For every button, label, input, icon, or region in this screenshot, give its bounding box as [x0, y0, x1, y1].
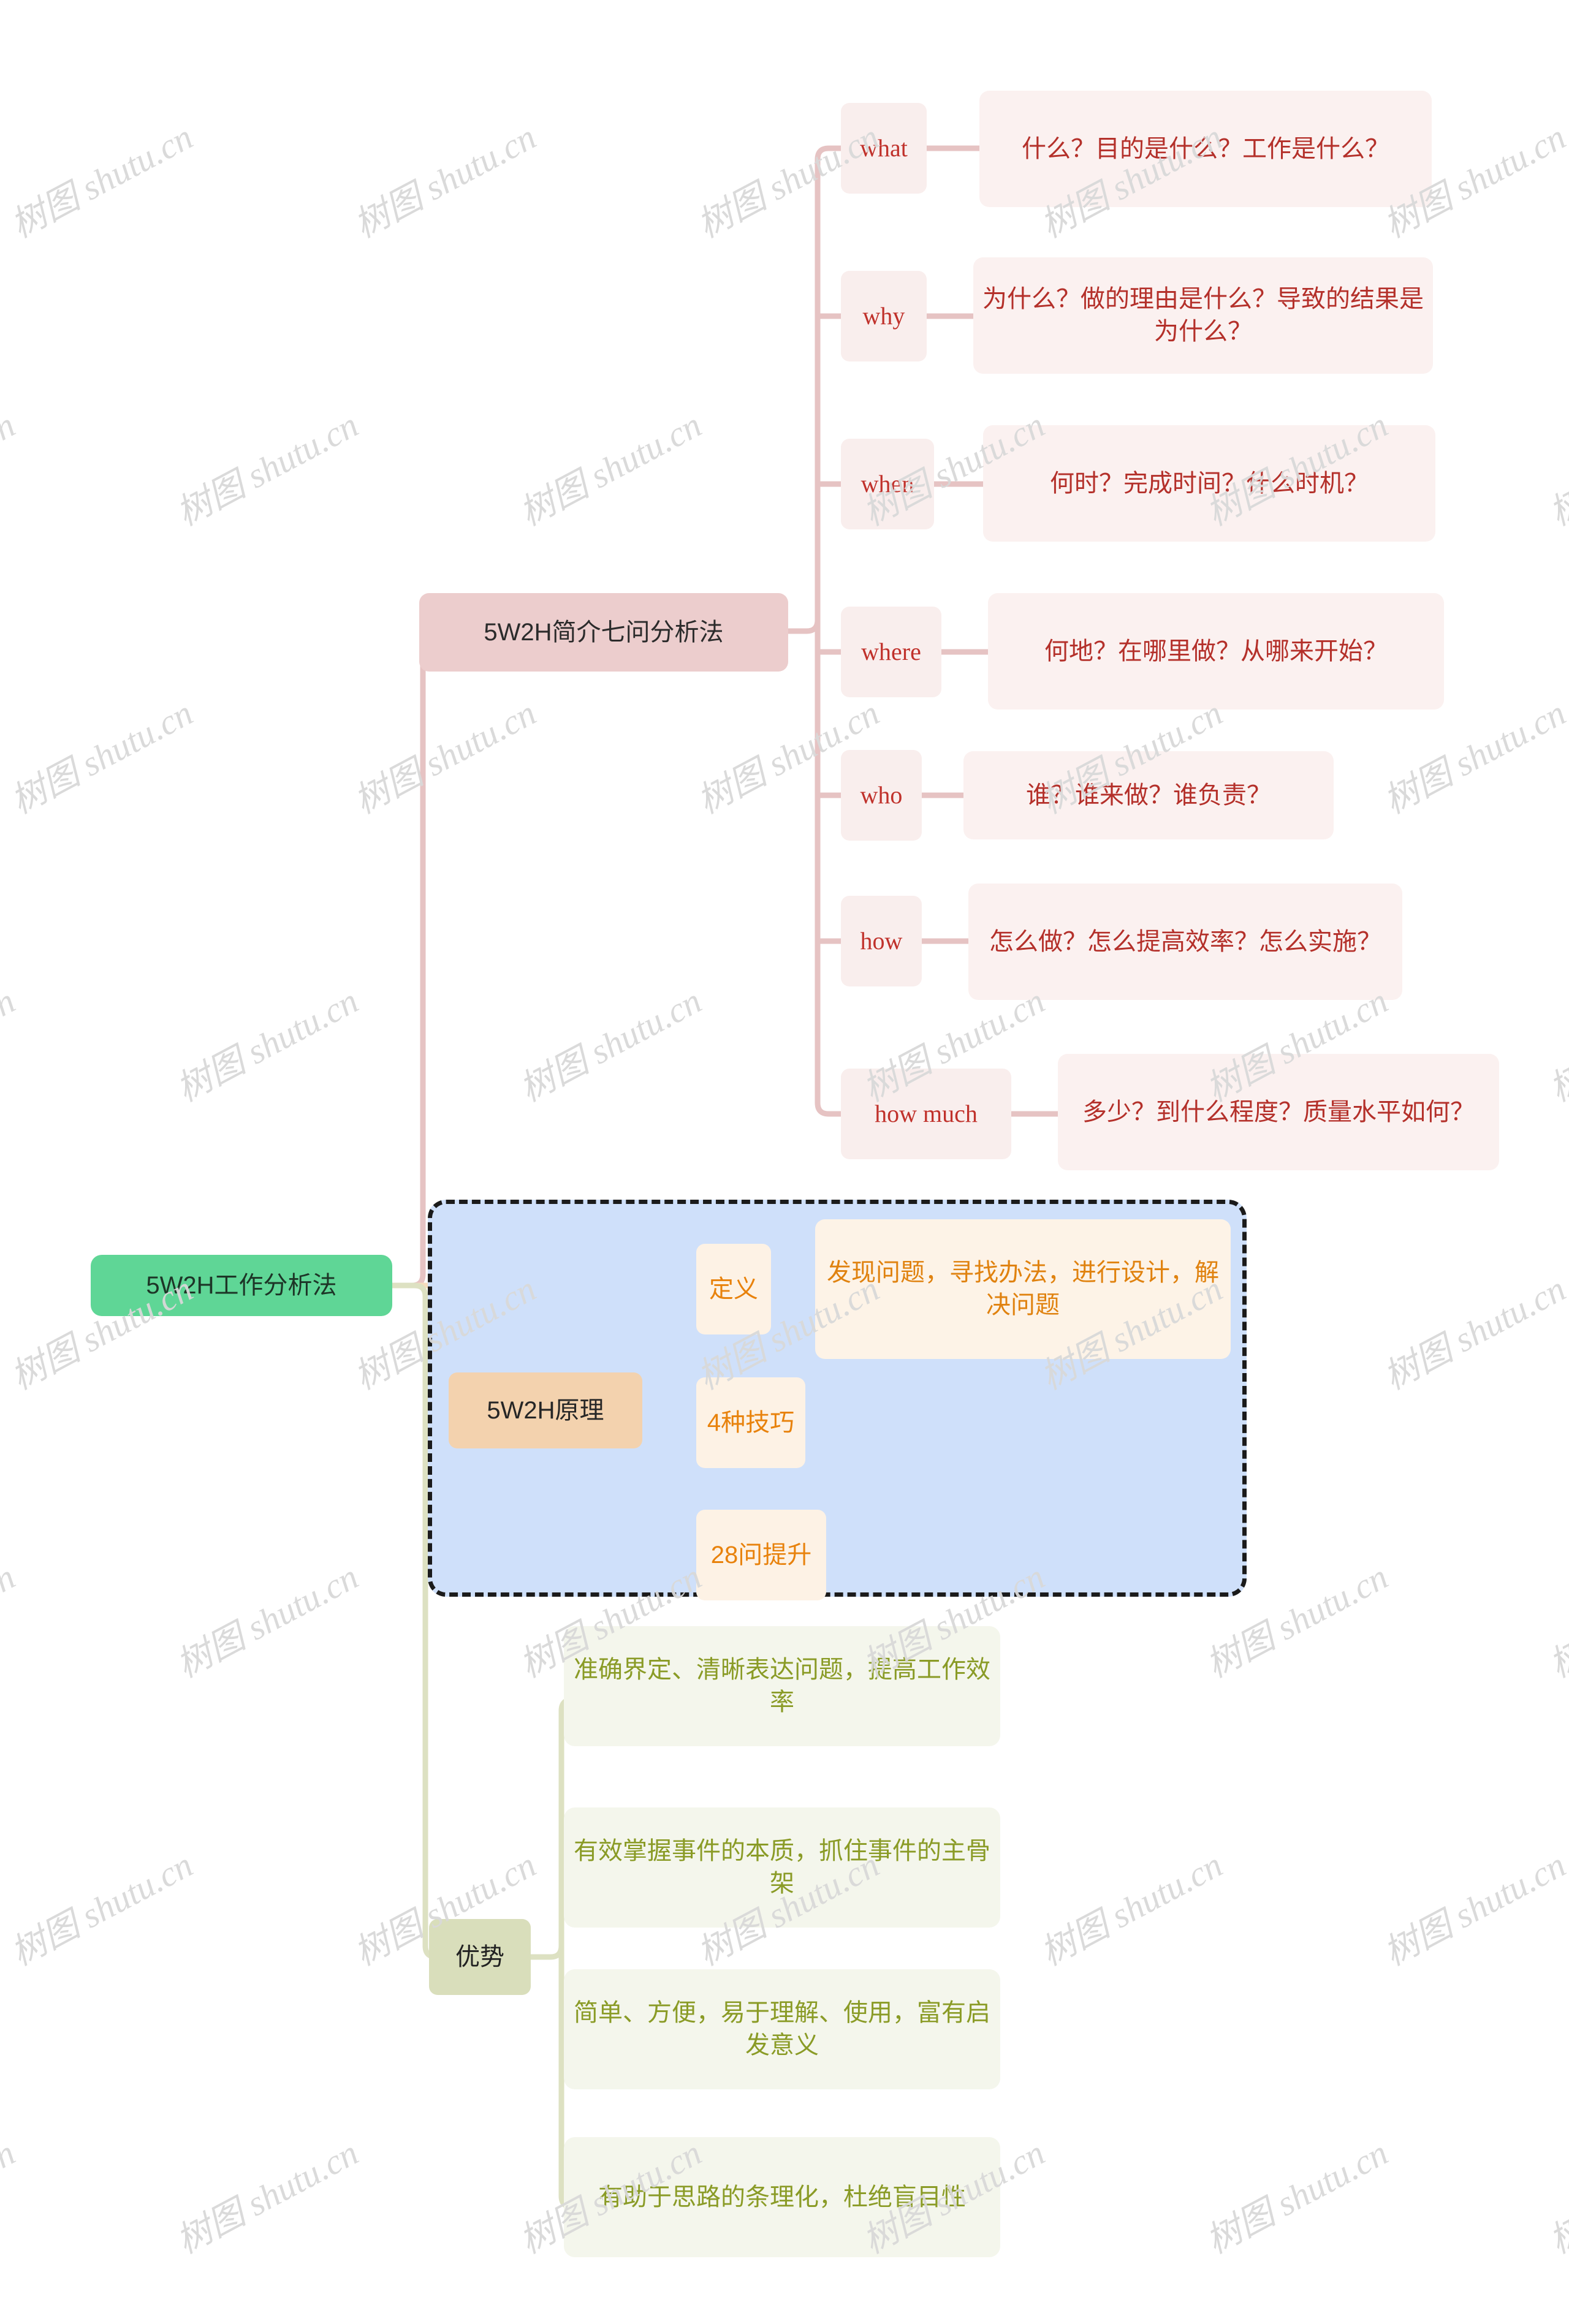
- leaf-what-text: 什么？目的是什么？工作是什么？: [1022, 135, 1389, 162]
- leaf-when[interactable]: 何时？完成时间？什么时机？: [983, 425, 1435, 542]
- chip-who-label: who: [860, 781, 903, 809]
- advantage-item-4-text: 有助于思路的条理化，杜绝盲目性: [598, 2183, 966, 2211]
- root-label: 5W2H工作分析法: [146, 1271, 337, 1299]
- branch-principle[interactable]: 5W2H原理: [449, 1372, 642, 1448]
- leaf-where[interactable]: 何地？在哪里做？从哪来开始？: [988, 593, 1444, 710]
- leaf-how-text: 怎么做？怎么提高效率？怎么实施？: [989, 928, 1381, 955]
- chip-28-questions[interactable]: 28问提升: [696, 1510, 826, 1600]
- chip-why[interactable]: why: [841, 271, 927, 361]
- branch-advantages-label: 优势: [455, 1943, 504, 1970]
- link-root-to-seven: [389, 628, 449, 1289]
- leaf-how-much[interactable]: 多少？到什么程度？质量水平如何？: [1058, 1054, 1499, 1170]
- advantage-item-3[interactable]: 简单、方便，易于理解、使用，富有启发意义: [564, 1969, 1000, 2089]
- advantage-item-1[interactable]: 准确界定、清晰表达问题，提高工作效率: [564, 1626, 1000, 1746]
- link-seven-spine: [785, 145, 844, 634]
- leaf-definition-text: 发现问题，寻找办法，进行设计，解决问题: [827, 1259, 1219, 1319]
- chip-how-much-label: how much: [875, 1099, 978, 1127]
- chip-what[interactable]: what: [841, 103, 927, 194]
- chip-why-label: why: [862, 301, 905, 330]
- leaf-definition[interactable]: 发现问题，寻找办法，进行设计，解决问题: [815, 1219, 1231, 1359]
- advantage-item-2-text: 有效掌握事件的本质，抓住事件的主骨架: [574, 1838, 990, 1897]
- leaf-how-much-text: 多少？到什么程度？质量水平如何？: [1082, 1098, 1475, 1126]
- chip-who[interactable]: who: [841, 750, 922, 841]
- advantage-item-1-text: 准确界定、清晰表达问题，提高工作效率: [574, 1656, 990, 1716]
- branch-principle-label: 5W2H原理: [487, 1396, 604, 1424]
- branch-seven-questions[interactable]: 5W2H简介七问分析法: [419, 593, 788, 672]
- chip-four-techniques[interactable]: 4种技巧: [696, 1377, 805, 1468]
- chip-when[interactable]: when: [841, 439, 934, 529]
- leaf-when-text: 何时？完成时间？什么时机？: [1050, 469, 1369, 497]
- chip-where[interactable]: where: [841, 607, 941, 697]
- branch-advantages[interactable]: 优势: [429, 1919, 531, 1995]
- chip-definition[interactable]: 定义: [696, 1244, 771, 1334]
- leaf-why[interactable]: 为什么？做的理由是什么？导致的结果是为什么？: [973, 257, 1433, 374]
- advantage-item-4[interactable]: 有助于思路的条理化，杜绝盲目性: [564, 2137, 1000, 2257]
- chip-how-much[interactable]: how much: [841, 1069, 1011, 1159]
- branch-seven-questions-label: 5W2H简介七问分析法: [484, 618, 724, 646]
- leaf-how[interactable]: 怎么做？怎么提高效率？怎么实施？: [968, 884, 1402, 1000]
- leaf-who-text: 谁？谁来做？谁负责？: [1026, 781, 1271, 809]
- chip-definition-label: 定义: [709, 1275, 758, 1303]
- mindmap-canvas: 5W2H工作分析法 5W2H简介七问分析法 what why when wher…: [0, 0, 1569, 2324]
- leaf-why-text: 为什么？做的理由是什么？导致的结果是为什么？: [982, 286, 1424, 345]
- chip-when-label: when: [860, 469, 914, 498]
- root-node[interactable]: 5W2H工作分析法: [91, 1255, 392, 1316]
- chip-28-questions-label: 28问提升: [710, 1541, 812, 1569]
- link-seven-spine-2: [815, 617, 844, 1117]
- advantage-item-3-text: 简单、方便，易于理解、使用，富有启发意义: [574, 1999, 990, 2059]
- chip-how[interactable]: how: [841, 896, 922, 986]
- chip-what-label: what: [860, 134, 908, 162]
- advantage-item-2[interactable]: 有效掌握事件的本质，抓住事件的主骨架: [564, 1807, 1000, 1928]
- leaf-where-text: 何地？在哪里做？从哪来开始？: [1044, 637, 1388, 665]
- chip-how-label: how: [860, 926, 903, 955]
- leaf-what[interactable]: 什么？目的是什么？工作是什么？: [979, 91, 1432, 207]
- chip-where-label: where: [861, 637, 921, 665]
- chip-four-techniques-label: 4种技巧: [707, 1409, 795, 1436]
- leaf-who[interactable]: 谁？谁来做？谁负责？: [963, 751, 1334, 839]
